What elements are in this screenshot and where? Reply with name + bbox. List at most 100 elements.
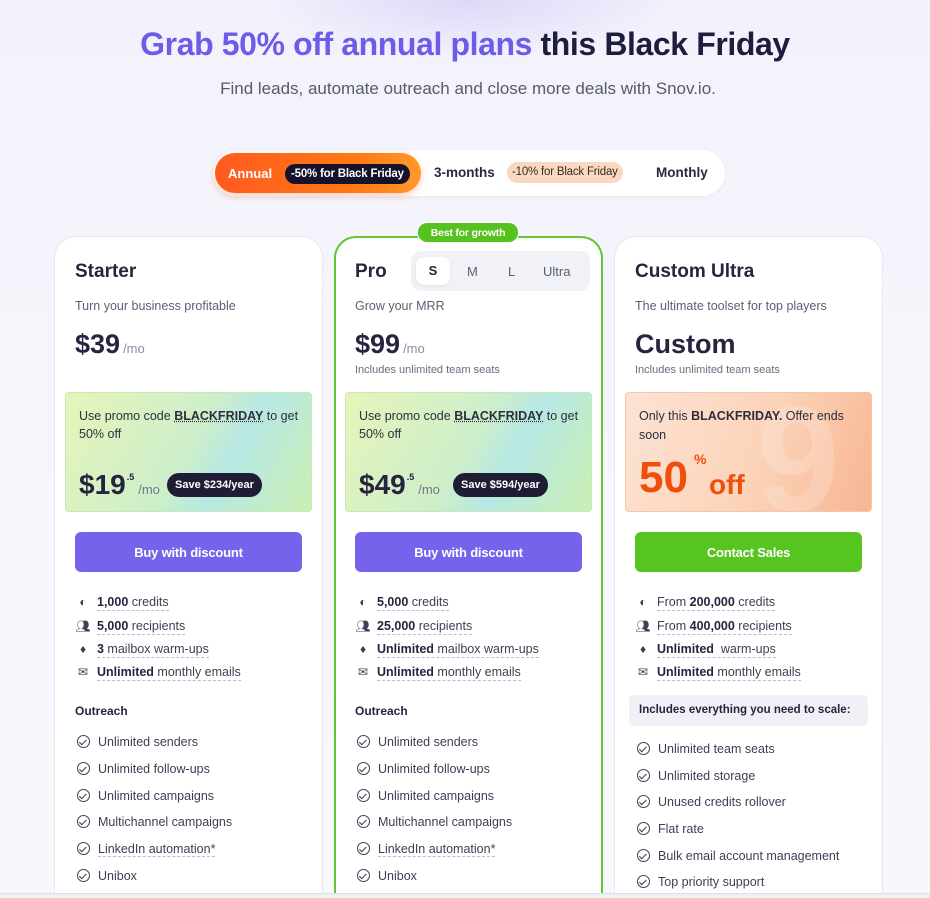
best-for-growth-badge: Best for growth	[417, 222, 519, 243]
plan-seats-note: Includes unlimited team seats	[635, 364, 780, 376]
promo-box: Use promo code BLACKFRIDAY to get 50% of…	[65, 392, 312, 512]
offer-percent-sign: %	[694, 451, 707, 467]
check-circle-icon	[357, 842, 370, 855]
coins-icon: ◐	[79, 595, 87, 609]
check-circle-icon	[77, 815, 90, 828]
check-circle-icon	[637, 769, 650, 782]
plan-card-pro: Pro S M L Ultra Grow your MRR $99/mo Inc…	[334, 236, 603, 898]
check-circle-icon	[637, 795, 650, 808]
plan-price: Custom	[635, 329, 736, 359]
headline-highlight: Grab 50% off annual plans	[140, 26, 533, 62]
check-item: Unibox	[355, 869, 417, 883]
check-item: Top priority support	[635, 875, 764, 889]
coins-icon: ◐	[639, 595, 647, 609]
discount-amount: $49	[359, 469, 406, 500]
annual-discount-badge: -50% for Black Friday	[285, 164, 410, 184]
check-item: Unlimited storage	[635, 769, 755, 783]
discount-cents: .5	[126, 472, 135, 482]
feature-emails: ✉ Unlimited monthly emails	[75, 665, 241, 681]
page-bottom-divider	[0, 893, 930, 898]
billing-option-monthly[interactable]: Monthly	[656, 165, 708, 180]
plan-card-starter: Starter Turn your business profitable $3…	[54, 236, 323, 898]
flame-icon: ♦	[359, 642, 367, 656]
plan-name: Pro	[355, 261, 387, 282]
section-heading: Outreach	[355, 704, 408, 718]
check-item[interactable]: LinkedIn automation*	[355, 842, 496, 857]
plan-name: Starter	[75, 261, 137, 282]
discount-cents: .5	[406, 472, 415, 482]
check-item: Unlimited follow-ups	[355, 762, 490, 776]
promo-text-pre: Use promo code	[359, 409, 455, 423]
check-circle-icon	[77, 842, 90, 855]
plan-price: $99/mo	[355, 329, 425, 360]
mail-icon: ✉	[77, 665, 89, 679]
promo-box: Use promo code BLACKFRIDAY to get 50% of…	[345, 392, 592, 512]
offer-percent-number: 50	[639, 453, 688, 502]
flame-icon: ♦	[79, 642, 87, 656]
page-subtitle: Find leads, automate outreach and close …	[220, 79, 716, 98]
contact-sales-button[interactable]: Contact Sales	[635, 532, 862, 572]
check-circle-icon	[77, 762, 90, 775]
plan-card-custom-ultra: Custom Ultra The ultimate toolset for to…	[614, 236, 883, 898]
discount-price: $19.5/mo	[79, 469, 160, 501]
price-amount: $99	[355, 329, 401, 359]
users-icon: 👥︎	[635, 619, 651, 633]
promo-code[interactable]: BLACKFRIDAY	[174, 409, 263, 423]
discount-period: /mo	[418, 482, 440, 497]
check-circle-icon	[77, 735, 90, 748]
users-icon: 👥︎	[75, 619, 91, 633]
size-option-ultra[interactable]: Ultra	[543, 264, 570, 279]
check-circle-icon	[637, 822, 650, 835]
plan-name: Custom Ultra	[635, 261, 755, 282]
feature-credits: ◐ 1,000 credits	[75, 595, 169, 611]
plan-seats-note: Includes unlimited team seats	[355, 364, 500, 376]
flame-icon: ♦	[639, 642, 647, 656]
buy-with-discount-button[interactable]: Buy with discount	[75, 532, 302, 572]
check-item: Unlimited follow-ups	[75, 762, 210, 776]
buy-with-discount-button[interactable]: Buy with discount	[355, 532, 582, 572]
savings-badge: Save $234/year	[167, 473, 262, 497]
size-option-m[interactable]: M	[467, 264, 478, 279]
check-circle-icon	[637, 875, 650, 888]
coins-icon: ◐	[359, 595, 367, 609]
promo-text: Use promo code BLACKFRIDAY to get 50% of…	[79, 407, 304, 443]
feature-recipients: 👥︎ From 400,000 recipients	[635, 619, 792, 635]
check-circle-icon	[357, 869, 370, 882]
check-item: Unibox	[75, 869, 137, 883]
check-item: Unlimited senders	[75, 735, 198, 749]
discount-amount: $19	[79, 469, 126, 500]
mail-icon: ✉	[637, 665, 649, 679]
check-item: Unused credits rollover	[635, 795, 786, 809]
size-option-s[interactable]: S	[416, 257, 450, 285]
plan-price: $39/mo	[75, 329, 145, 360]
mail-icon: ✉	[357, 665, 369, 679]
check-item: Unlimited senders	[355, 735, 478, 749]
check-item[interactable]: LinkedIn automation*	[75, 842, 216, 857]
3-months-discount-badge: -10% for Black Friday	[507, 162, 623, 183]
feature-emails: ✉ Unlimited monthly emails	[635, 665, 801, 681]
black-friday-offer-box: 9 Only this BLACKFRIDAY. Offer ends soon…	[625, 392, 872, 512]
billing-option-annual[interactable]: Annual -50% for Black Friday	[215, 153, 421, 193]
feature-warmups: ♦ Unlimited warm-ups	[635, 642, 776, 658]
annual-label: Annual	[228, 166, 273, 181]
check-circle-icon	[357, 815, 370, 828]
check-item: Unlimited campaigns	[355, 789, 494, 803]
offer-off-label: off	[709, 469, 745, 500]
page-title: Grab 50% off annual plans this Black Fri…	[0, 26, 930, 63]
billing-option-3-months[interactable]: 3-months	[434, 165, 495, 180]
check-item: Multichannel campaigns	[355, 815, 512, 829]
discount-price: $49.5/mo	[359, 469, 440, 501]
savings-badge: Save $594/year	[453, 473, 548, 497]
promo-text-pre: Use promo code	[79, 409, 175, 423]
size-option-l[interactable]: L	[508, 264, 515, 279]
feature-credits: ◐ 5,000 credits	[355, 595, 449, 611]
offer-text: Only this BLACKFRIDAY. Offer ends soon	[639, 409, 844, 442]
promo-code[interactable]: BLACKFRIDAY	[454, 409, 543, 423]
plan-description: Turn your business profitable	[75, 299, 236, 313]
includes-everything-banner: Includes everything you need to scale:	[629, 695, 868, 726]
feature-emails: ✉ Unlimited monthly emails	[355, 665, 521, 681]
feature-credits: ◐ From 200,000 credits	[635, 595, 776, 611]
check-circle-icon	[357, 735, 370, 748]
price-period: /mo	[123, 341, 145, 356]
billing-period-toggle: Annual -50% for Black Friday 3-months -1…	[213, 150, 725, 196]
